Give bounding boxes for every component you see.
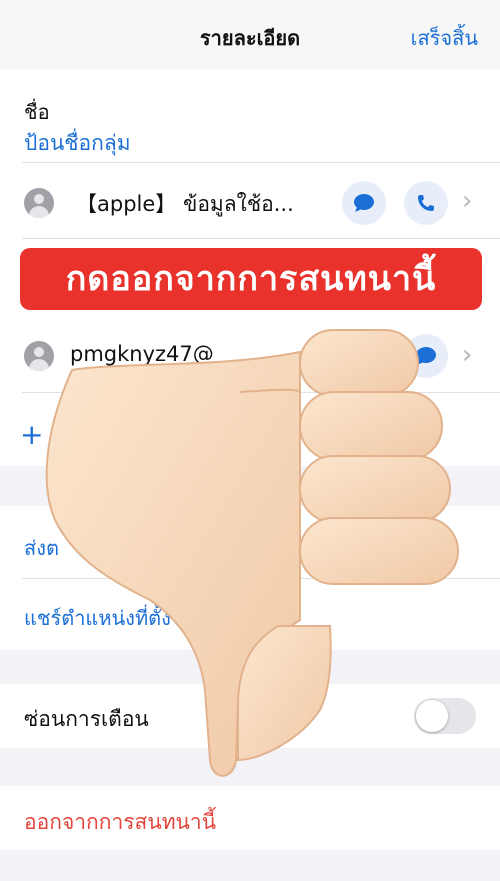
chevron-right-icon: › [462,340,473,370]
divider [22,238,500,239]
avatar [24,341,54,371]
done-button[interactable]: เสร็จสิ้น [411,22,478,54]
plus-icon[interactable]: + [20,418,43,451]
name-label: ชื่อ [24,100,50,124]
divider [22,578,500,579]
hide-alerts-label: ซ่อนการเตือน [24,707,149,731]
member-name: pmgknyz47@ [70,342,214,366]
leave-conversation-button[interactable]: ออกจากการสนทนานี้ [24,806,216,839]
avatar [24,188,54,218]
member-name: 【apple】 ข้อมูลใช้อ... [76,192,294,216]
send-location-button[interactable]: ส่งต [24,532,59,564]
chevron-right-icon: › [462,186,473,216]
navigation-bar: รายละเอียด เสร็จสิ้น [0,0,500,71]
message-icon [416,347,436,365]
call-button[interactable] [404,181,448,225]
share-location-button[interactable]: แชร์ตำแหน่งที่ตั้งข [24,602,185,634]
message-button[interactable] [342,181,386,225]
message-icon [354,194,374,212]
divider [22,392,500,393]
phone-icon [418,195,434,211]
divider [22,162,500,163]
message-button[interactable] [404,334,448,378]
hide-alerts-toggle[interactable] [414,698,476,734]
leave-conversation-banner: กดออกจากการสนทนานี้ [20,248,482,310]
group-name-input[interactable] [24,128,444,158]
